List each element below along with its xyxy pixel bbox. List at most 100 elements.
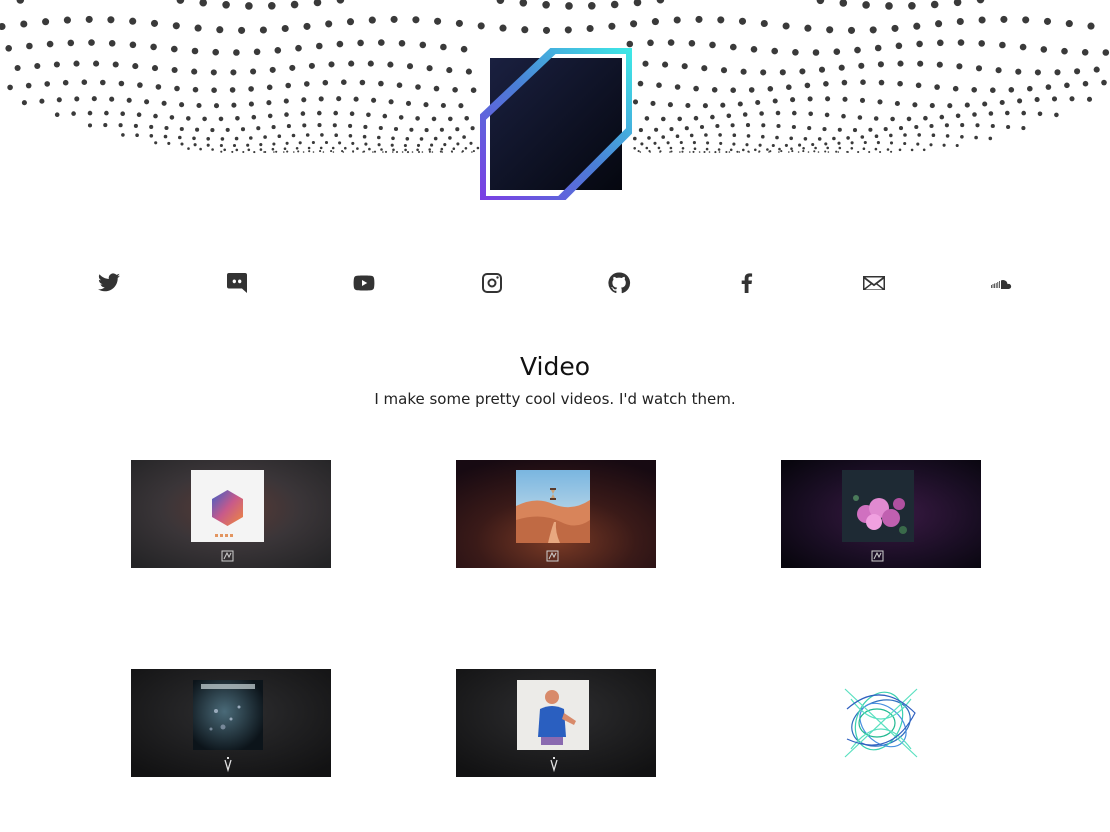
- wave-particle: [689, 151, 691, 153]
- wave-particle: [322, 79, 329, 86]
- wave-particle: [129, 41, 137, 49]
- wave-particle: [1061, 47, 1068, 55]
- wave-particle: [999, 99, 1005, 106]
- wave-particle: [804, 24, 812, 32]
- wave-particle: [898, 148, 902, 152]
- wave-particle: [210, 69, 217, 76]
- wave-particle: [298, 141, 302, 145]
- wave-particle: [889, 141, 894, 145]
- email-icon[interactable]: [859, 268, 889, 298]
- wave-particle: [356, 147, 359, 150]
- wave-particle: [446, 67, 453, 74]
- wave-particle: [775, 135, 779, 140]
- wave-particle: [750, 46, 758, 53]
- wave-particle: [56, 97, 62, 103]
- wave-particle: [862, 147, 866, 150]
- wave-particle: [1034, 69, 1041, 76]
- wave-particle: [746, 134, 751, 138]
- wave-particle: [300, 111, 306, 116]
- wave-particle: [990, 123, 995, 129]
- wave-particle: [313, 0, 322, 7]
- video-thumb-desert[interactable]: [456, 460, 656, 568]
- wave-particle: [266, 100, 272, 106]
- instagram-icon[interactable]: [477, 268, 507, 298]
- wave-particle: [824, 142, 828, 146]
- wave-particle: [303, 22, 311, 30]
- wave-particle: [371, 97, 377, 103]
- wave-particle: [285, 82, 292, 89]
- wave-particle: [937, 39, 944, 47]
- wave-particle: [406, 151, 410, 154]
- github-icon[interactable]: [604, 268, 634, 298]
- site-logo[interactable]: [478, 46, 634, 204]
- wave-particle: [715, 123, 720, 129]
- wave-particle: [73, 60, 80, 67]
- twitter-icon[interactable]: [94, 268, 124, 298]
- video-thumb-flowers[interactable]: [781, 460, 981, 568]
- wave-particle: [755, 99, 761, 106]
- wave-particle: [833, 48, 841, 55]
- wave-particle: [890, 150, 893, 153]
- video-thumb-hexagon[interactable]: [131, 460, 331, 568]
- wave-particle: [81, 79, 88, 85]
- wave-particle: [328, 61, 335, 68]
- wave-particle: [269, 66, 276, 73]
- wave-particle: [266, 84, 273, 91]
- wave-particle: [434, 17, 442, 25]
- wave-particle: [424, 128, 429, 133]
- wave-particle: [330, 150, 333, 153]
- video-thumb-figure[interactable]: [456, 669, 656, 777]
- wave-particle: [720, 102, 726, 108]
- wave-particle: [464, 116, 470, 121]
- wave-particle: [452, 147, 456, 150]
- wave-particle: [406, 63, 414, 70]
- youtube-icon[interactable]: [349, 268, 379, 298]
- wave-particle: [235, 116, 240, 121]
- wave-particle: [352, 150, 355, 153]
- wave-particle: [760, 19, 768, 28]
- wave-particle: [930, 0, 939, 9]
- wave-particle: [472, 150, 475, 153]
- wave-particle: [268, 2, 276, 10]
- wave-particle: [852, 128, 858, 133]
- wave-particle: [297, 150, 300, 153]
- wave-particle: [726, 113, 732, 119]
- discord-icon[interactable]: [222, 268, 252, 298]
- wave-particle: [879, 150, 882, 154]
- wave-particle: [5, 45, 12, 52]
- wave-particle: [348, 60, 355, 67]
- wave-particle: [822, 127, 827, 132]
- wave-particle: [898, 126, 904, 131]
- wave-particle: [74, 96, 80, 102]
- wave-particle: [714, 151, 717, 154]
- video-thumb-dark-cover[interactable]: [131, 669, 331, 777]
- wave-particle: [626, 40, 634, 48]
- wave-particle: [1037, 111, 1043, 117]
- wave-particle: [136, 112, 142, 117]
- wave-particle: [380, 148, 383, 151]
- wave-particle: [1021, 126, 1026, 131]
- wave-particle: [657, 146, 661, 150]
- wave-particle: [791, 124, 796, 130]
- wave-particle: [206, 137, 210, 141]
- wave-particle: [346, 18, 355, 26]
- wave-particle: [334, 133, 339, 137]
- wave-particle: [922, 148, 926, 152]
- wave-particle: [825, 96, 831, 102]
- video-thumb-scribble[interactable]: [781, 669, 981, 777]
- wave-particle: [247, 148, 251, 152]
- wave-particle: [178, 135, 182, 140]
- wave-particle: [93, 60, 100, 67]
- wave-particle: [868, 150, 871, 154]
- wave-particle: [225, 127, 230, 132]
- wave-particle: [661, 135, 665, 139]
- social-links: [0, 268, 1110, 300]
- wave-particle: [685, 102, 691, 109]
- wave-particle: [688, 40, 696, 47]
- wave-particle: [637, 150, 640, 153]
- facebook-icon[interactable]: [732, 268, 762, 298]
- wave-particle: [859, 97, 866, 103]
- wave-particle: [290, 0, 299, 9]
- wave-particle: [760, 69, 767, 76]
- soundcloud-icon[interactable]: [987, 268, 1017, 298]
